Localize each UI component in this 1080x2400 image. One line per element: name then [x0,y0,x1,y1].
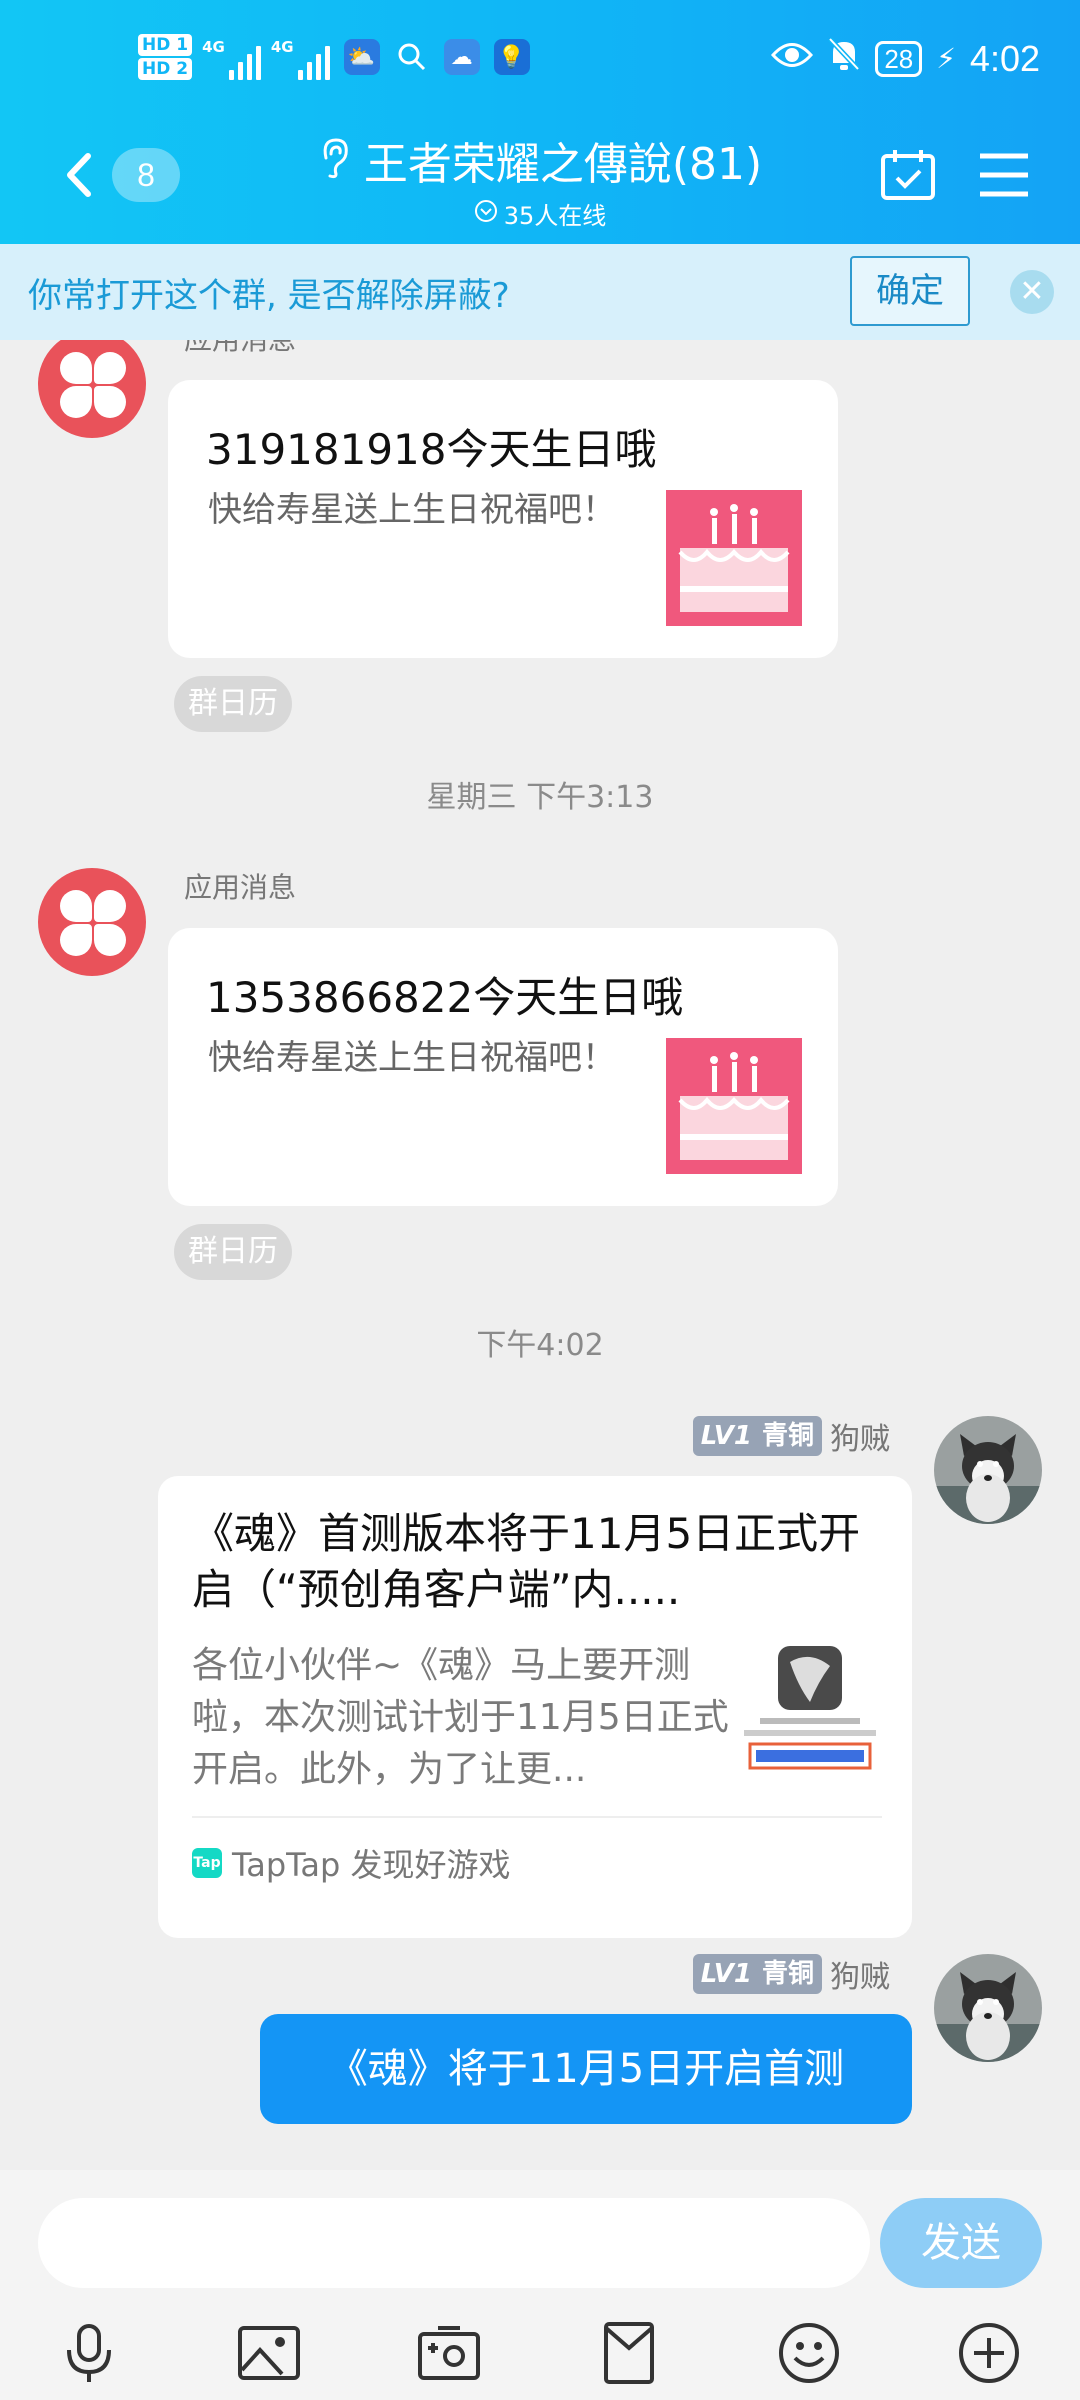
search-icon [394,39,430,75]
level-badge: LV1 青铜 [692,1954,822,1994]
timestamp: 星期三 下午3:13 [426,780,654,815]
plus-circle-icon [959,2323,1019,2383]
sender-name: 应用消息 [184,340,296,358]
camera-button[interactable] [416,2320,482,2386]
birthday-title: 1353866822今天生日哦 [206,973,684,1022]
message-bubble[interactable]: 《魂》将于11月5日开启首测 [260,2014,912,2124]
charging-icon: ⚡ [936,42,956,75]
clock: 4:02 [969,37,1040,79]
camera-icon [418,2326,480,2380]
calendar-check-icon [881,150,935,200]
group-calendar-chip[interactable]: 群日历 [174,1224,292,1280]
menu-button[interactable] [976,150,1032,200]
nickname: 狗贼 [830,1422,890,1457]
timestamp: 下午4:02 [476,1328,604,1363]
cloud-icon: ☁ [443,39,480,75]
user-avatar[interactable] [934,1954,1042,2062]
share-title: 《魂》首测版本将于11月5日正式开启（“预创角客户端”内..... [192,1509,861,1614]
level-badge: LV1 青铜 [692,1416,822,1456]
birthday-card[interactable]: 319181918今天生日哦 快给寿星送上生日祝福吧！ [168,380,838,658]
birthday-cake-icon [666,490,802,626]
group-calendar-button[interactable] [880,146,936,202]
birthday-card[interactable]: 1353866822今天生日哦 快给寿星送上生日祝福吧！ [168,928,838,1206]
share-thumbnail [738,1642,882,1776]
chat-list[interactable]: 应用消息 319181918今天生日哦 快给寿星送上生日祝福吧！ 群日历 星期三… [0,340,1080,2170]
online-count: 35人在线 [503,202,607,230]
more-button[interactable] [956,2320,1022,2386]
confirm-button[interactable]: 确定 [850,256,970,326]
birthday-subtitle: 快给寿星送上生日祝福吧！ [208,1038,616,1078]
ear-icon [318,136,352,184]
red-packet-icon [604,2322,654,2384]
emoji-button[interactable] [776,2320,842,2386]
page-title[interactable]: 王者荣耀之傳說(81) [364,128,762,192]
voice-button[interactable] [56,2320,122,2386]
unmute-notice-bar: 你常打开这个群, 是否解除屏蔽? 确定 ✕ [0,244,1080,340]
microphone-icon [67,2324,111,2382]
share-description: 各位小伙伴~《魂》马上要开测啦，本次测试计划于11月5日正式开启。此外，为了让更… [192,1645,729,1790]
battery-indicator: 28 [875,40,923,77]
status-bar: HD 1 HD 2 4G 4G ⛅ ☁ 💡 28 ⚡ 4:02 [0,28,1080,104]
nickname: 狗贼 [830,1960,890,1995]
input-area: 发送 [0,2170,1080,2400]
taptap-icon: Tap [192,1848,222,1878]
share-source: TapTap 发现好游戏 [232,1846,511,1884]
app-message-avatar[interactable] [38,340,146,438]
message-input[interactable] [38,2198,870,2288]
bulb-icon: 💡 [493,39,530,75]
weather-icon: ⛅ [343,39,380,75]
hamburger-icon [980,153,1028,197]
close-icon[interactable]: ✕ [1010,270,1054,314]
sender-name: 应用消息 [184,871,297,904]
share-card[interactable]: 《魂》首测版本将于11月5日正式开启（“预创角客户端”内..... 各位小伙伴~… [158,1476,912,1938]
image-icon [238,2326,300,2380]
red-packet-button[interactable] [596,2320,662,2386]
birthday-title: 319181918今天生日哦 [206,425,657,474]
notice-text: 你常打开这个群, 是否解除屏蔽? [28,276,510,316]
signal-icon: 4G [202,34,261,80]
check-circle-icon [474,199,498,229]
header: HD 1 HD 2 4G 4G ⛅ ☁ 💡 28 ⚡ 4:02 8 王者荣耀之傳… [0,0,1080,244]
hd-indicator: HD 1 HD 2 [138,34,193,80]
mute-icon [827,36,861,81]
title-bar: 8 王者荣耀之傳說(81) 35人在线 [0,120,1080,230]
birthday-subtitle: 快给寿星送上生日祝福吧！ [208,490,616,530]
group-calendar-chip[interactable]: 群日历 [174,676,292,732]
send-button[interactable]: 发送 [880,2198,1042,2288]
app-message-avatar[interactable] [38,868,146,976]
user-avatar[interactable] [934,1416,1042,1524]
smiley-icon [779,2323,839,2383]
signal-icon-2: 4G [271,34,330,80]
eye-icon [771,39,814,79]
birthday-cake-icon [666,1038,802,1174]
photo-button[interactable] [236,2320,302,2386]
